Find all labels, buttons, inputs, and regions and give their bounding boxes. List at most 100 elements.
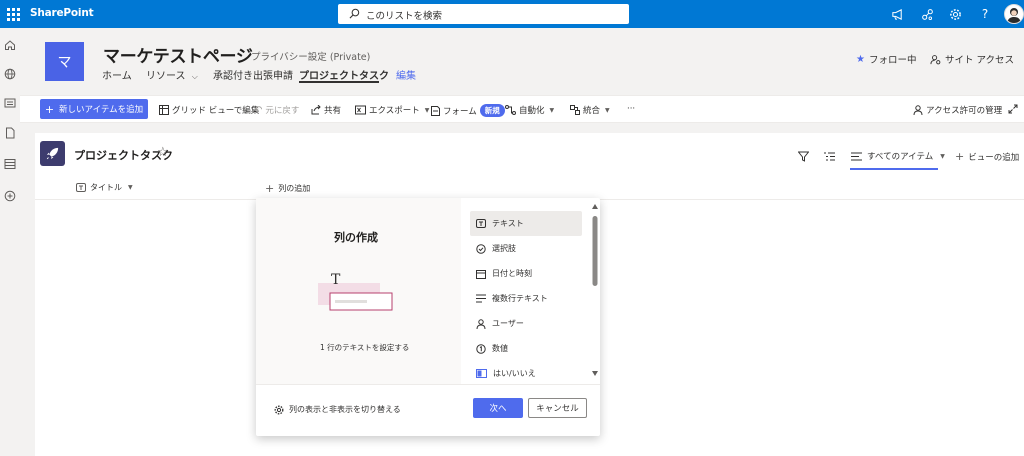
preview-caption: 1 行のテキストを設定する — [320, 343, 410, 352]
add-circle-icon[interactable] — [3, 189, 17, 203]
left-rail — [0, 28, 20, 456]
nav-edit[interactable]: 編集 — [396, 67, 416, 82]
add-column-button[interactable]: + 列の追加 — [265, 182, 310, 195]
home-icon[interactable] — [3, 38, 17, 52]
manage-access-label: アクセス許可の管理 — [926, 106, 1003, 116]
view-selector[interactable]: すべてのアイテム ▼ — [851, 150, 945, 162]
panel-heading: 列の作成 — [334, 231, 378, 244]
automate-button[interactable]: 自動化 ▼ — [505, 104, 554, 116]
network-icon[interactable] — [919, 6, 935, 22]
share-button[interactable]: 共有 — [311, 104, 341, 116]
next-button[interactable]: 次へ — [473, 398, 523, 418]
list-view-icon — [851, 152, 862, 160]
site-access-button[interactable]: サイト アクセス — [930, 52, 1014, 66]
column-type-person[interactable]: ユーザー — [470, 311, 582, 336]
new-badge: 新規 — [479, 104, 505, 117]
column-type-yesno[interactable]: はい/いいえ — [470, 361, 582, 386]
panel-divider — [256, 384, 600, 385]
toggle-columns-label: 列の表示と非表示を切り替える — [289, 405, 401, 414]
column-type-text[interactable]: テキスト — [470, 211, 582, 236]
nav-project-tasks[interactable]: プロジェクトタスク — [299, 67, 389, 82]
chevron-down-icon: ▼ — [128, 184, 133, 191]
filter-icon[interactable] — [798, 151, 809, 162]
column-type-label: はい/いいえ — [493, 369, 536, 378]
forms-button[interactable]: フォーム 新規 — [431, 104, 505, 117]
text-preview-illustration — [318, 273, 398, 315]
plus-icon: + — [44, 102, 55, 116]
group-by-icon[interactable] — [824, 151, 835, 162]
more-button[interactable]: ··· — [627, 104, 635, 114]
star-outline-icon[interactable]: ☆ — [157, 145, 169, 160]
column-type-number[interactable]: 数値 — [470, 336, 582, 361]
column-type-label: 選択肢 — [492, 244, 516, 253]
toggle-columns-link[interactable]: 列の表示と非表示を切り替える — [274, 404, 401, 415]
undo-button[interactable]: ↶ 元に戻す — [254, 104, 300, 117]
people-settings-icon — [930, 54, 941, 65]
forms-label: フォーム — [443, 106, 477, 117]
calendar-icon — [476, 269, 486, 279]
chevron-down-icon: ▼ — [424, 106, 430, 114]
chevron-down-icon: ▼ — [940, 152, 945, 160]
megaphone-icon[interactable] — [889, 6, 905, 22]
new-item-label: 新しいアイテムを追加 — [59, 105, 144, 115]
integrate-label: 統合 — [583, 106, 601, 116]
follow-label: フォロー中 — [868, 55, 917, 66]
grid-edit-button[interactable]: グリッド ビューで編集 — [159, 104, 259, 116]
flow-icon — [505, 105, 516, 115]
list-icon[interactable] — [3, 157, 17, 171]
grid-icon — [159, 105, 169, 115]
add-view-label: ビューの追加 — [968, 152, 1020, 163]
follow-button[interactable]: ★ フォロー中 — [856, 52, 917, 67]
avatar[interactable] — [1004, 4, 1024, 24]
column-type-multiline[interactable]: 複数行テキスト — [470, 286, 582, 311]
search-box[interactable]: このリストを検索 — [338, 4, 629, 24]
undo-icon: ↶ — [254, 104, 263, 116]
chevron-down-icon: ▼ — [549, 106, 555, 114]
choice-icon — [476, 243, 486, 254]
sharepoint-brand[interactable]: SharePoint — [30, 7, 94, 19]
plus-icon: + — [265, 182, 275, 195]
help-icon[interactable]: ? — [977, 6, 993, 22]
integrate-icon — [570, 105, 580, 115]
star-filled-icon: ★ — [856, 53, 865, 65]
person-icon — [476, 318, 486, 329]
column-type-label: ユーザー — [492, 319, 524, 328]
site-logo[interactable]: マ — [45, 42, 84, 81]
view-name: すべてのアイテム — [867, 152, 934, 162]
privacy-label: プライバシー設定 (Private) — [251, 52, 371, 63]
column-type-label: 数値 — [492, 344, 508, 353]
search-placeholder: このリストを検索 — [366, 11, 443, 22]
column-type-datetime[interactable]: 日付と時刻 — [470, 261, 582, 286]
yesno-icon — [476, 369, 487, 378]
add-view-button[interactable]: + ビューの追加 — [955, 150, 1019, 163]
column-type-scrollbar[interactable] — [591, 202, 599, 378]
new-item-button[interactable]: + 新しいアイテムを追加 — [40, 99, 148, 119]
integrate-button[interactable]: 統合 ▼ — [570, 104, 610, 116]
column-type-label: テキスト — [492, 219, 524, 228]
file-icon[interactable] — [3, 126, 17, 140]
nav-resources[interactable]: リソース ⌵ — [146, 67, 198, 82]
expand-icon[interactable] — [1008, 104, 1018, 114]
automate-label: 自動化 — [519, 106, 545, 116]
nav-home[interactable]: ホーム — [102, 67, 132, 82]
nav-travel-approval[interactable]: 承認付き出張申請 — [213, 67, 293, 82]
manage-access-button[interactable]: アクセス許可の管理 — [913, 104, 1002, 116]
column-header-title[interactable]: タイトル ▼ — [76, 182, 133, 193]
column-type-list: テキスト 選択肢 日付と時刻 複数行テキスト ユーザー 数値 はい/いいえ — [470, 211, 582, 386]
column-type-label: 複数行テキスト — [492, 294, 548, 303]
globe-icon[interactable] — [3, 67, 17, 81]
news-icon[interactable] — [3, 96, 17, 110]
app-launcher-icon[interactable] — [4, 5, 22, 23]
person-icon — [913, 105, 923, 115]
gear-icon[interactable] — [947, 6, 963, 22]
export-label: エクスポート — [369, 106, 420, 116]
text-icon — [476, 219, 486, 228]
share-label: 共有 — [324, 106, 342, 116]
site-title[interactable]: マーケテストページ — [103, 42, 253, 67]
number-icon — [476, 343, 486, 354]
excel-icon — [355, 105, 366, 115]
undo-label: 元に戻す — [265, 106, 300, 116]
export-button[interactable]: エクスポート ▼ — [355, 104, 429, 116]
column-type-choice[interactable]: 選択肢 — [470, 236, 582, 261]
cancel-button[interactable]: キャンセル — [528, 398, 587, 418]
